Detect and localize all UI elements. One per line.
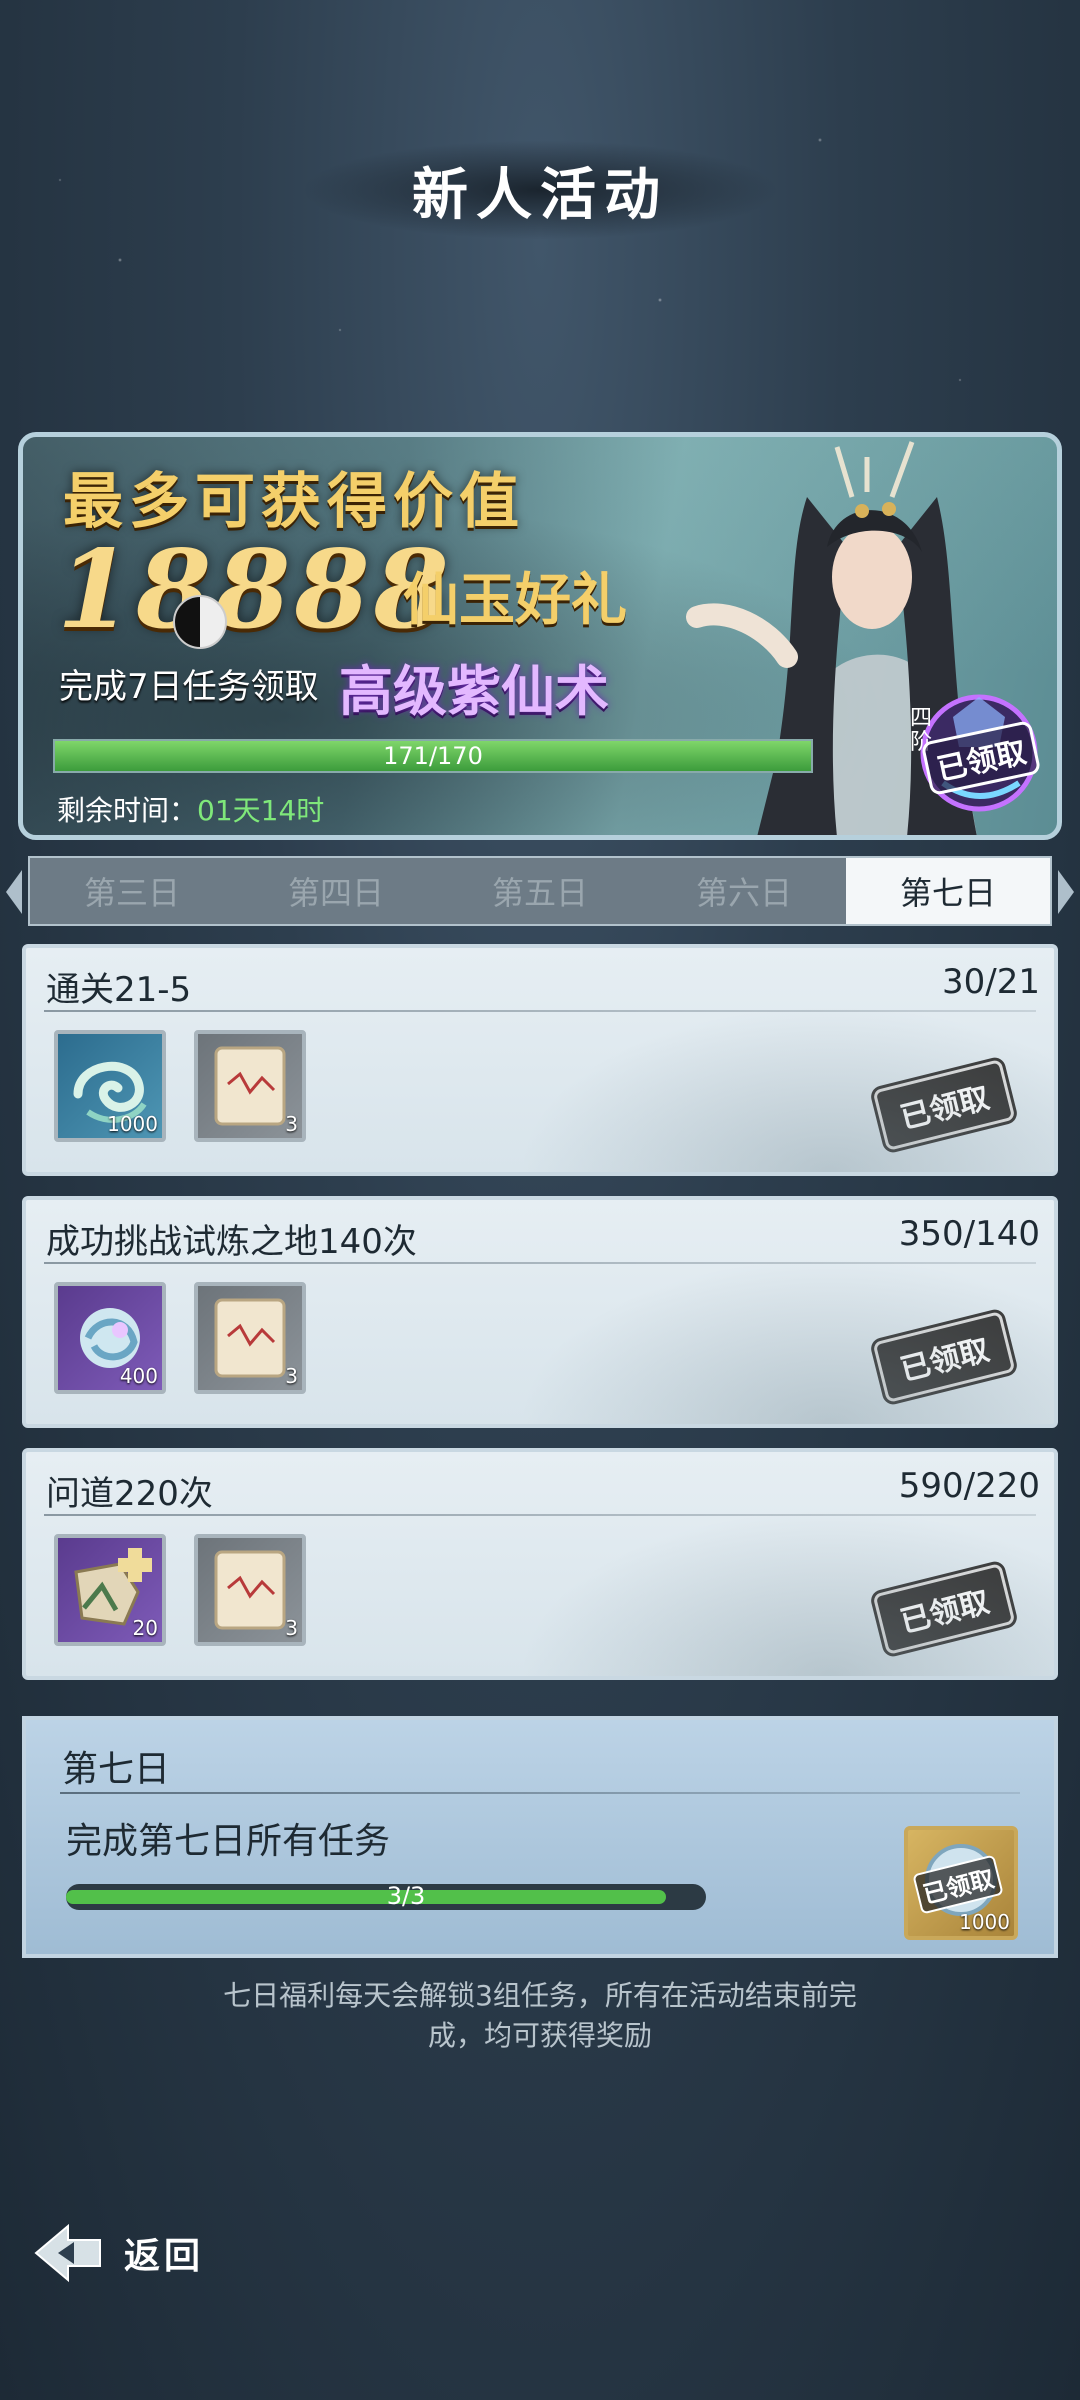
claimed-stamp: 已领取 [872,1058,1016,1152]
reward-quantity: 3 [285,1112,298,1136]
event-banner: 最多可获得价值 18888 仙玉好礼 完成7日任务领取 高级紫仙术 171/17… [18,432,1062,840]
reward-quantity: 3 [285,1616,298,1640]
reward-scroll[interactable]: 3 [194,1030,306,1142]
tab-day-4[interactable]: 第四日 [234,858,438,924]
task-progress: 30/21 [942,962,1040,1002]
task-card: 通关21-5 30/21 1000 3 已领取 [22,944,1058,1176]
tab-day-7[interactable]: 第七日 [846,858,1050,924]
title-bar: 新人活动 [300,140,780,240]
reward-spirit-orb[interactable]: 400 [54,1282,166,1394]
task-name: 问道220次 [46,1474,213,1514]
task-progress: 590/220 [898,1466,1040,1506]
reward-quantity: 1000 [959,1910,1010,1934]
tab-day-6[interactable]: 第六日 [642,858,846,924]
reward-quantity: 400 [119,1364,158,1388]
reward-puzzle-fragment[interactable]: 20 [54,1534,166,1646]
task-name: 通关21-5 [46,970,192,1010]
reward-quantity: 1000 [107,1112,158,1136]
banner-amount-suffix: 仙玉好礼 [403,567,627,633]
remaining-time-value: 01天14时 [197,794,325,827]
reward-quantity: 20 [132,1616,158,1640]
banner-reward-name: 高级紫仙术 [339,659,609,723]
day-reward-item[interactable]: 已领取 1000 [904,1826,1018,1940]
task-card: 成功挑战试炼之地140次 350/140 400 3 已领取 [22,1196,1058,1428]
reward-quantity: 3 [285,1364,298,1388]
day-progress-text: 3/3 [386,1882,426,1910]
banner-requirement: 完成7日任务领取 [59,667,319,707]
reward-scroll[interactable]: 3 [194,1534,306,1646]
reward-scroll[interactable]: 3 [194,1282,306,1394]
day-tabs: 第三日 第四日 第五日 第六日 第七日 [28,856,1052,926]
banner-amount: 18888 [57,527,453,653]
remaining-time: 剩余时间：01天14时 [57,789,324,829]
back-arrow-icon [34,2223,101,2283]
banner-progress-text: 171/170 [383,742,483,770]
divider [44,1010,1036,1012]
banner-progress-bar: 171/170 [53,739,813,773]
divider [44,1514,1036,1516]
reward-spirit-swirl[interactable]: 1000 [54,1030,166,1142]
day-task-description: 完成第七日所有任务 [66,1821,391,1862]
divider [44,1262,1036,1264]
back-label: 返回 [124,2235,205,2277]
claimed-stamp: 已领取 [872,1562,1016,1656]
stage-reward-badge[interactable]: 四阶 已领取 [903,687,1043,817]
page-title: 新人活动 [412,161,668,228]
day-completion-reward: 第七日 完成第七日所有任务 3/3 已领取 1000 [22,1716,1058,1958]
task-name: 成功挑战试炼之地140次 [46,1222,417,1262]
tab-day-5[interactable]: 第五日 [438,858,642,924]
back-button[interactable]: 返回 [28,2218,228,2288]
day-title: 第七日 [62,1749,171,1790]
tab-scroll-right-icon[interactable] [1058,870,1074,914]
task-card: 问道220次 590/220 20 3 已领取 [22,1448,1058,1680]
tab-scroll-left-icon[interactable] [6,870,22,914]
divider [60,1792,1020,1794]
claimed-stamp: 已领取 [872,1310,1016,1404]
taiji-icon [173,595,227,649]
tab-day-3[interactable]: 第三日 [30,858,234,924]
task-progress: 350/140 [898,1214,1040,1254]
info-note: 七日福利每天会解锁3组任务，所有在活动结束前完成，均可获得奖励 [223,1979,857,2052]
remaining-time-label: 剩余时间： [57,794,198,827]
